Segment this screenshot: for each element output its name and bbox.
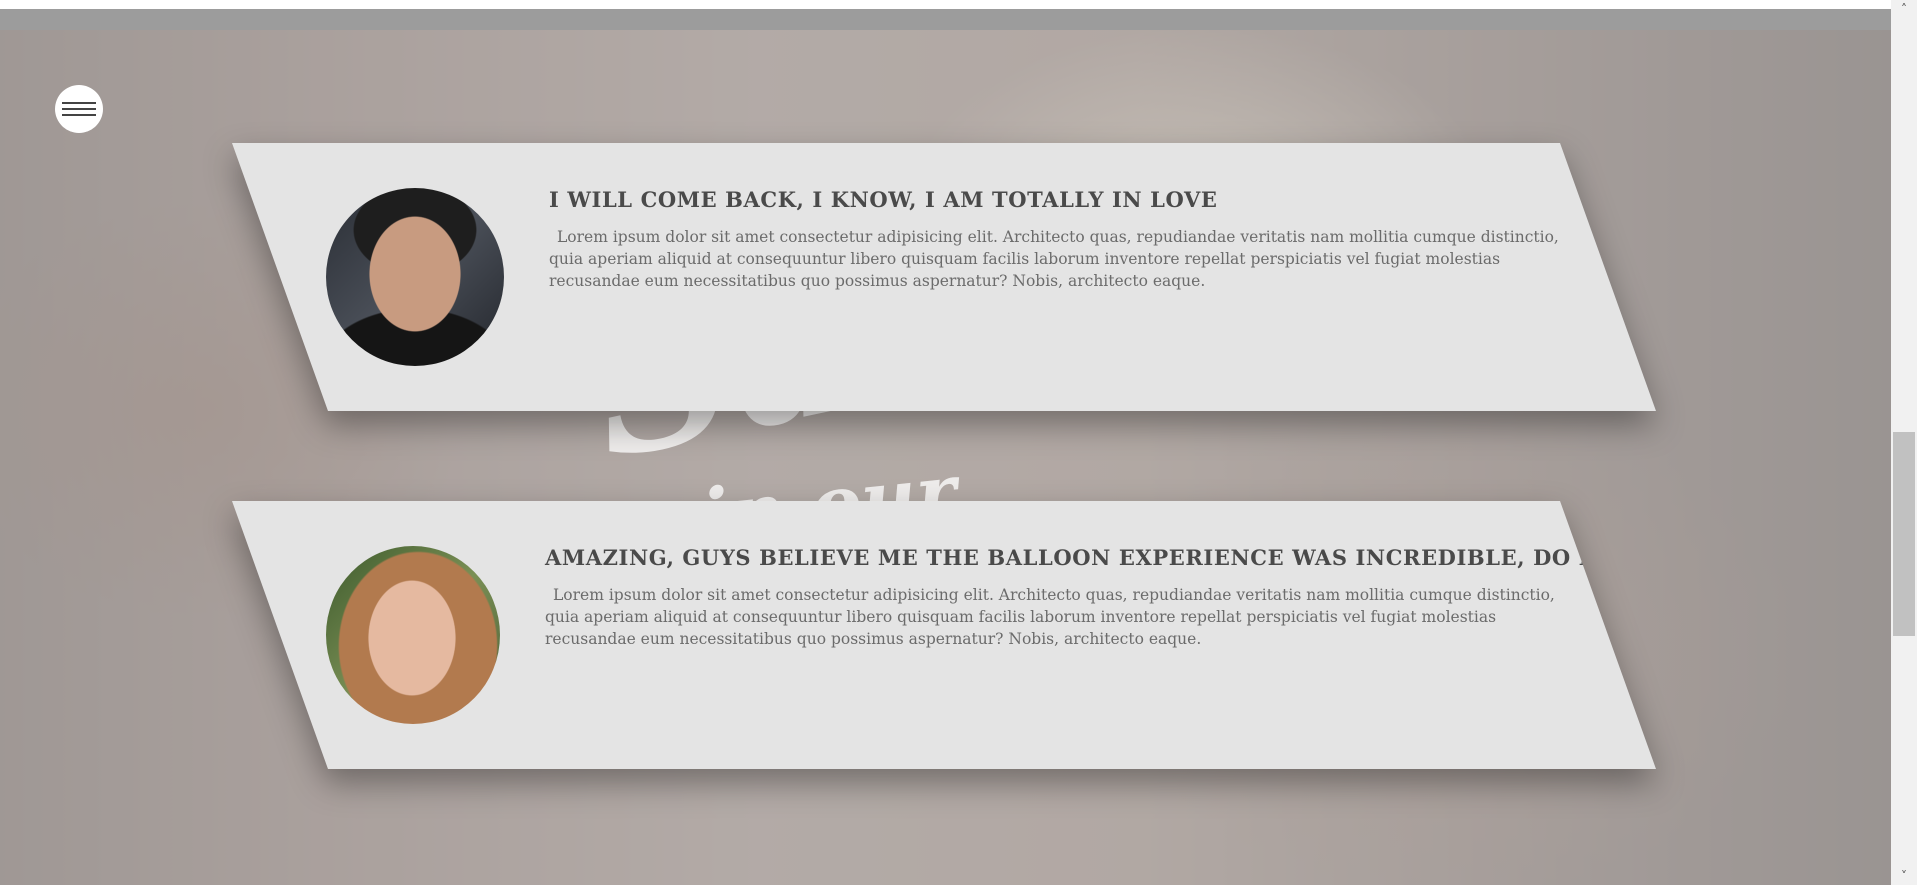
testimonial-text: Lorem ipsum dolor sit amet consectetur a… — [549, 228, 1559, 290]
avatar — [326, 546, 500, 724]
avatar — [326, 188, 504, 366]
scrollbar-thumb[interactable] — [1893, 432, 1915, 636]
testimonial-card: I WILL COME BACK, I KNOW, I AM TOTALLY I… — [232, 143, 1656, 411]
testimonial-card-body: I WILL COME BACK, I KNOW, I AM TOTALLY I… — [232, 143, 1656, 411]
chevron-down-icon[interactable]: ˅ — [1891, 867, 1917, 885]
top-strip — [0, 9, 1891, 30]
testimonials-section: Salt in our I WILL COME BACK, I KNOW, I … — [0, 30, 1891, 885]
chevron-up-icon[interactable]: ˄ — [1891, 0, 1917, 18]
testimonial-title: I WILL COME BACK, I KNOW, I AM TOTALLY I… — [549, 187, 1218, 212]
top-bar — [0, 0, 1891, 30]
testimonial-text: Lorem ipsum dolor sit amet consectetur a… — [545, 586, 1555, 648]
testimonial-title: AMAZING, GUYS BELIEVE ME THE BALLOON EXP… — [545, 545, 1616, 570]
scrollbar[interactable]: ˄ ˅ — [1891, 0, 1917, 885]
hamburger-icon — [62, 102, 96, 104]
menu-button[interactable] — [55, 85, 103, 133]
hamburger-icon-line — [62, 114, 96, 116]
hamburger-icon-line — [62, 108, 96, 110]
testimonial-card-body: AMAZING, GUYS BELIEVE ME THE BALLOON EXP… — [232, 501, 1656, 769]
testimonial-card: AMAZING, GUYS BELIEVE ME THE BALLOON EXP… — [232, 501, 1656, 769]
